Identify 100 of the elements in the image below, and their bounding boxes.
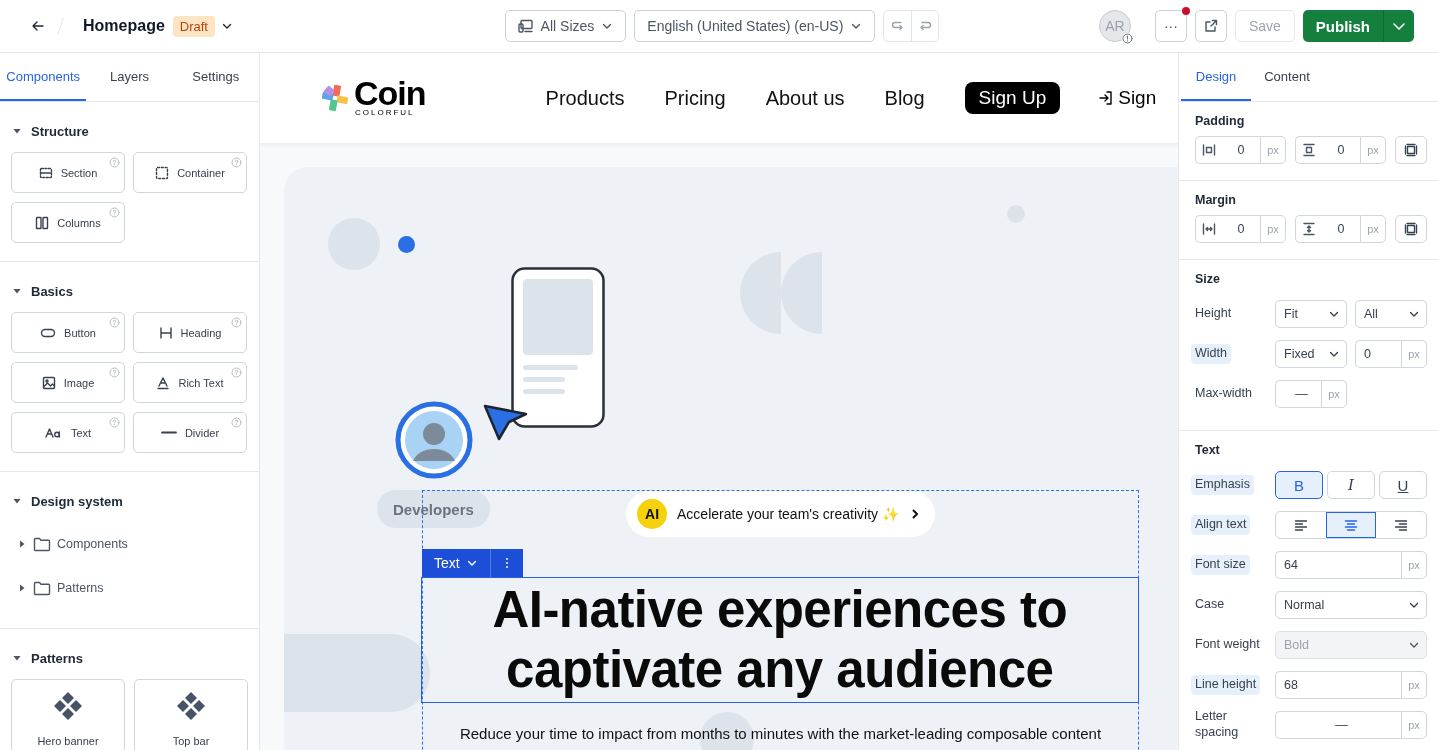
caret-icon[interactable] [17,583,27,593]
bold-button[interactable]: B [1275,471,1323,499]
spacing-field[interactable]: 0 [1222,215,1260,243]
panel-tab[interactable]: Settings [172,53,259,101]
component-tile[interactable]: Section [11,152,125,193]
underline-button[interactable]: U [1379,471,1427,499]
section-title: Padding [1195,114,1246,128]
hero-heading[interactable]: AI-native experiences to captivate any audience [420,577,1139,703]
number-field[interactable]: 64 [1275,551,1401,579]
all-sides-icon [1404,222,1418,236]
more-vertical-icon [504,557,509,569]
caret-icon[interactable] [12,286,22,296]
help-icon [109,157,120,168]
panel-tab[interactable]: Components [0,53,87,101]
section-title: Structure [31,123,89,139]
spacing-field[interactable]: 0 [1222,136,1260,164]
page-title: Homepage [83,17,165,35]
sign-up-button[interactable]: Sign Up [964,82,1061,114]
caret-icon[interactable] [12,496,22,506]
section-title: Patterns [31,650,84,666]
caret-icon[interactable] [17,539,27,549]
logo-wordmark: Coin [354,78,426,108]
unit-label: px [1401,671,1427,699]
property-label: Max-width [1194,385,1253,403]
element-type-button[interactable]: Text [422,549,490,577]
info-icon [1121,33,1133,44]
nav-link[interactable]: Pricing [664,86,726,110]
number-field[interactable]: 0 [1355,340,1401,368]
component-tile[interactable]: Heading [133,312,247,353]
property-label: Line height [1191,675,1261,695]
select-field[interactable]: Normal [1275,591,1427,619]
select-field[interactable]: Fit [1275,300,1347,328]
italic-button[interactable]: I [1327,471,1375,499]
cursor-arrow-icon [483,404,529,442]
tree-item[interactable]: Patterns [11,566,248,610]
section-title: Margin [1195,193,1237,207]
pattern-card[interactable]: Hero banner [11,679,125,750]
unit-label: px [1401,711,1427,739]
property-label: Width [1191,344,1231,364]
publish-button[interactable]: Publish [1302,10,1383,42]
unit-label: px [1401,551,1427,579]
number-field[interactable]: — [1275,380,1321,408]
nav-link[interactable]: About us [765,86,845,110]
component-tile[interactable]: Divider [133,412,247,453]
publish-menu-button[interactable] [1383,10,1414,42]
align-center-icon [1344,519,1358,531]
spacing-field[interactable]: 0 [1322,215,1360,243]
nav-link[interactable]: Blog [884,86,925,110]
caret-icon[interactable] [12,126,22,136]
panel-tab[interactable]: Content [1251,53,1323,101]
unit-label: px [1260,215,1286,243]
more-button[interactable]: ··· [1154,10,1187,42]
status-badge: Draft [172,15,215,37]
panel-tab[interactable]: Layers [86,53,173,101]
announcement-pill[interactable]: AI Accelerate your team's creativity ✨ [626,491,935,537]
pattern-card[interactable]: Top bar [134,679,248,750]
component-tile[interactable]: Text [11,412,125,453]
devices-icon [517,19,534,33]
rich-text-icon [156,375,171,390]
section-title: Design system [31,493,123,509]
component-tile[interactable]: Container [133,152,247,193]
help-icon [231,157,242,168]
all-sides-button[interactable] [1395,215,1427,243]
unit-label: px [1401,340,1427,368]
announcement-text: Accelerate your team's creativity ✨ [677,506,899,522]
help-icon [231,367,242,378]
number-field[interactable]: — [1275,711,1401,739]
help-icon [231,417,242,428]
hero-description: Reduce your time to impact from months to minutes with the market-leading composable content [458,725,1103,742]
image-icon [41,375,56,390]
align-left-icon [1294,519,1308,531]
align-center-button[interactable] [1326,512,1376,538]
align-right-icon [1394,519,1408,531]
property-label: Case [1194,596,1226,614]
sign-in-link[interactable]: Sign [1098,87,1157,109]
number-field[interactable]: 68 [1275,671,1401,699]
caret-icon[interactable] [12,653,22,663]
component-tile[interactable]: Button [11,312,125,353]
select-field[interactable]: Fixed [1275,340,1347,368]
select-field[interactable]: All [1355,300,1427,328]
spacing-field[interactable]: 0 [1322,136,1360,164]
help-icon [109,207,120,218]
component-tile[interactable]: Image [11,362,125,403]
tree-item[interactable]: Components [11,522,248,566]
locale-select[interactable]: English (United States) (en-US) [634,10,876,42]
device-select[interactable]: All Sizes [504,10,627,42]
panel-tab[interactable]: Design [1181,53,1251,101]
component-tile[interactable]: Columns [11,202,125,243]
open-external-button[interactable] [1194,10,1227,42]
property-label: Align text [1191,515,1251,535]
section-title: Text [1195,443,1221,457]
pattern-diamonds-icon [176,691,206,721]
property-label: Emphasis [1191,475,1254,495]
all-sides-icon [1404,143,1418,157]
horizontal-margin-icon [1202,222,1216,236]
unit-label: px [1360,136,1386,164]
columns-icon [35,215,50,230]
nav-link[interactable]: Products [545,86,625,110]
component-tile[interactable]: Rich Text [133,362,247,403]
all-sides-button[interactable] [1395,136,1427,164]
